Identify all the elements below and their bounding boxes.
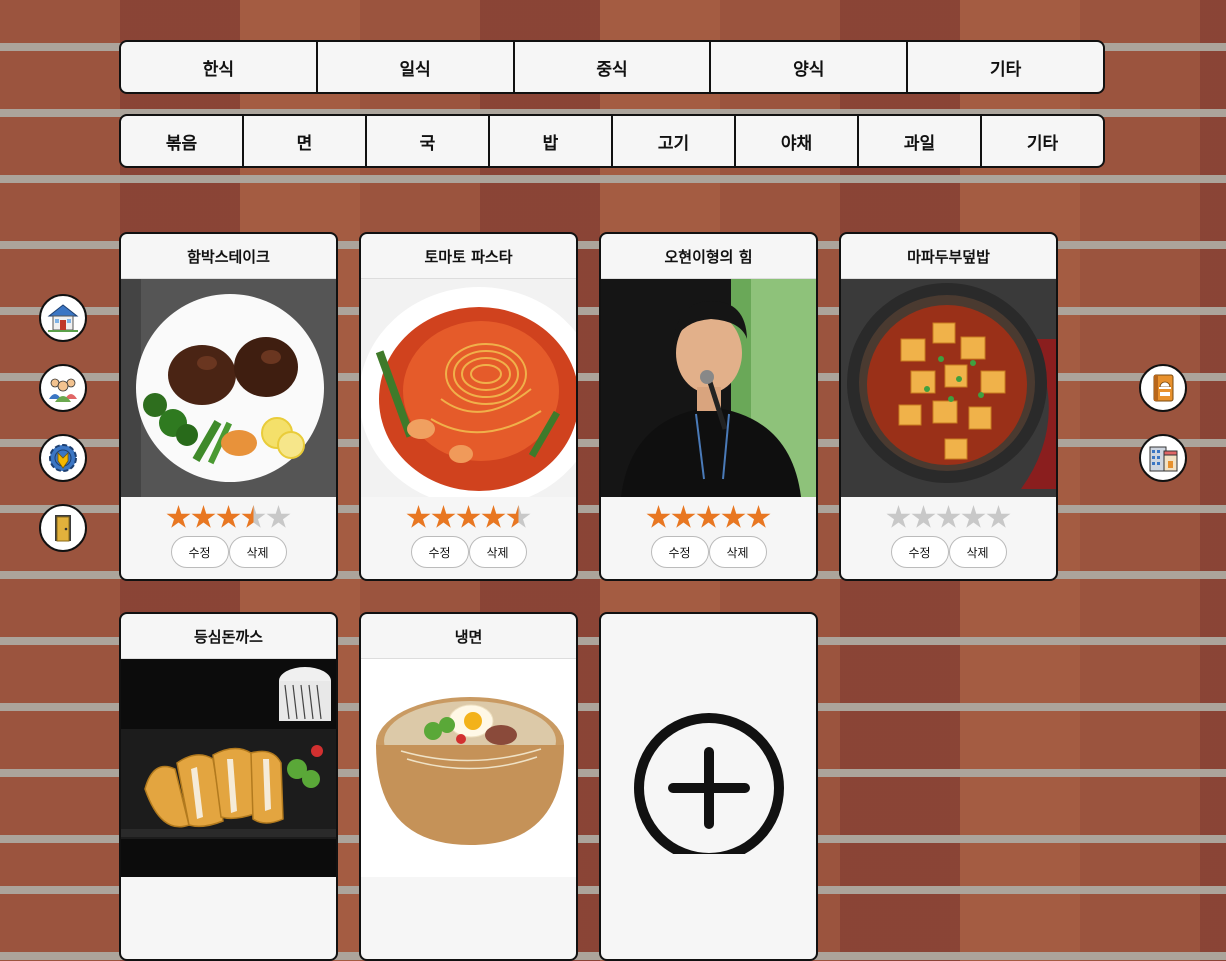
delete-button[interactable]: 삭제 (948, 536, 1007, 568)
star-icon (986, 505, 1011, 528)
tab-japanese[interactable]: 일식 (318, 42, 515, 92)
recipe-card[interactable]: 마파두부덮밥 수정 삭제 (839, 232, 1058, 581)
exit-door-icon (55, 515, 71, 542)
edit-button[interactable]: 수정 (650, 536, 709, 568)
star-icon (911, 505, 936, 528)
star-icon (431, 505, 456, 528)
star-icon (721, 505, 746, 528)
recipe-photo (361, 659, 576, 877)
tab-noodles[interactable]: 면 (244, 116, 367, 166)
recipe-card[interactable]: 오현이형의 힘 수정 삭제 (599, 232, 818, 581)
rating-stars (121, 505, 336, 530)
recipe-book-icon (1153, 374, 1174, 402)
recipe-title: 함박스테이크 (121, 234, 336, 279)
tab-rice[interactable]: 밥 (490, 116, 613, 166)
exit-button[interactable] (39, 504, 87, 552)
recipe-card[interactable]: 함박스테이크 수정 삭제 (119, 232, 338, 581)
delete-button[interactable]: 삭제 (708, 536, 767, 568)
add-recipe-card[interactable] (599, 612, 818, 961)
recipe-photo (361, 279, 576, 497)
edit-button[interactable]: 수정 (890, 536, 949, 568)
tab-chinese[interactable]: 중식 (515, 42, 712, 92)
tab-cuisine-other[interactable]: 기타 (908, 42, 1103, 92)
recipe-photo (121, 279, 336, 497)
tab-fruit[interactable]: 과일 (859, 116, 982, 166)
tab-type-other[interactable]: 기타 (982, 116, 1103, 166)
star-icon (961, 505, 986, 528)
rating-stars (361, 505, 576, 530)
home-icon (47, 304, 79, 332)
tab-korean[interactable]: 한식 (121, 42, 318, 92)
recipe-title: 오현이형의 힘 (601, 234, 816, 279)
recipe-title: 마파두부덮밥 (841, 234, 1056, 279)
star-icon (936, 505, 961, 528)
rating-stars (841, 505, 1056, 530)
recipe-card[interactable]: 토마토 파스타 수정 삭제 (359, 232, 578, 581)
type-tab-bar: 볶음 면 국 밥 고기 야채 과일 기타 (119, 114, 1105, 168)
recipe-title: 토마토 파스타 (361, 234, 576, 279)
star-icon (506, 505, 531, 528)
star-icon (646, 505, 671, 528)
delete-button[interactable]: 삭제 (468, 536, 527, 568)
star-icon (456, 505, 481, 528)
star-icon (166, 505, 191, 528)
settings-button[interactable] (39, 434, 87, 482)
restaurant-button[interactable] (1139, 434, 1187, 482)
delete-button[interactable]: 삭제 (228, 536, 287, 568)
star-icon (671, 505, 696, 528)
recipe-photo (841, 279, 1056, 497)
star-icon (746, 505, 771, 528)
community-button[interactable] (39, 364, 87, 412)
recipe-book-button[interactable] (1139, 364, 1187, 412)
recipe-card[interactable]: 냉면 (359, 612, 578, 961)
star-icon (481, 505, 506, 528)
star-icon (886, 505, 911, 528)
settings-icon (49, 444, 77, 472)
community-icon (49, 378, 77, 402)
star-icon (191, 505, 216, 528)
tab-vegetable[interactable]: 야채 (736, 116, 859, 166)
cuisine-tab-bar: 한식 일식 중식 양식 기타 (119, 40, 1105, 94)
restaurant-icon (1149, 446, 1178, 472)
star-icon (696, 505, 721, 528)
star-icon (216, 505, 241, 528)
star-icon (266, 505, 291, 528)
plus-circle-icon (634, 713, 784, 854)
recipe-card[interactable]: 등심돈까스 (119, 612, 338, 961)
recipe-photo (121, 659, 336, 877)
star-icon (406, 505, 431, 528)
tab-soup[interactable]: 국 (367, 116, 490, 166)
recipe-title: 등심돈까스 (121, 614, 336, 659)
star-icon (241, 505, 266, 528)
tab-stir-fry[interactable]: 볶음 (121, 116, 244, 166)
tab-western[interactable]: 양식 (711, 42, 909, 92)
recipe-photo (601, 279, 816, 497)
recipe-title: 냉면 (361, 614, 576, 659)
edit-button[interactable]: 수정 (170, 536, 229, 568)
rating-stars (601, 505, 816, 530)
edit-button[interactable]: 수정 (410, 536, 469, 568)
home-button[interactable] (39, 294, 87, 342)
tab-meat[interactable]: 고기 (613, 116, 736, 166)
